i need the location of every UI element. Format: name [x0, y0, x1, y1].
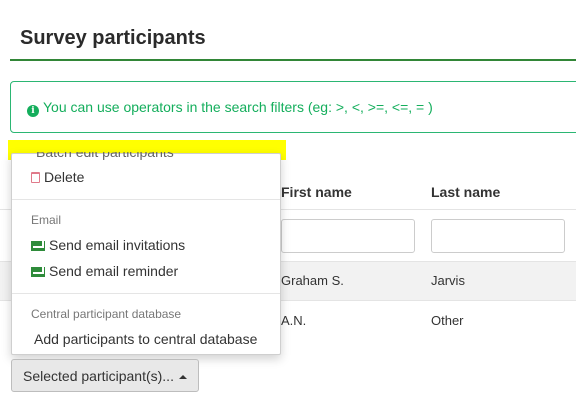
send-reminder-label: Send email reminder [49, 263, 179, 279]
row-first-name: A.N. [281, 313, 307, 328]
info-alert-content: i You can use operators in the search fil… [27, 99, 433, 117]
selected-participants-label: Selected participant(s)... [23, 367, 174, 384]
caret-up-icon [178, 374, 187, 379]
info-alert-text: You can use operators in the search filt… [43, 99, 433, 115]
row-last-name: Jarvis [431, 273, 465, 288]
delete-menu-item[interactable]: Delete [31, 169, 84, 185]
email-section-header: Email [31, 213, 62, 227]
title-underline [10, 59, 576, 61]
selected-participants-dropdown-menu: Batch edit participants Delete Email Sen… [11, 152, 281, 355]
column-header-first-name[interactable]: First name [281, 184, 352, 200]
cpdb-section-header: Central participant database [31, 307, 182, 321]
last-name-filter-input[interactable] [431, 219, 565, 253]
menu-divider [12, 199, 280, 200]
send-invitations-label: Send email invitations [49, 237, 186, 253]
envelope-reminder-icon [31, 267, 45, 277]
column-header-last-name[interactable]: Last name [431, 184, 500, 200]
menu-divider [12, 293, 280, 294]
page-title: Survey participants [20, 27, 206, 49]
info-icon: i [27, 105, 39, 117]
row-first-name: Graham S. [281, 273, 344, 288]
send-invitations-menu-item[interactable]: Send email invitations [31, 237, 185, 253]
add-to-central-database-menu-item[interactable]: Add participants to central database [34, 331, 257, 347]
delete-label: Delete [44, 169, 85, 185]
first-name-filter-input[interactable] [281, 219, 415, 253]
row-last-name: Other [431, 313, 464, 328]
info-alert: i You can use operators in the search fil… [10, 81, 576, 133]
selected-participants-button[interactable]: Selected participant(s)... [11, 359, 199, 392]
trash-icon [31, 172, 40, 183]
send-reminder-menu-item[interactable]: Send email reminder [31, 263, 178, 279]
envelope-icon [31, 241, 45, 251]
